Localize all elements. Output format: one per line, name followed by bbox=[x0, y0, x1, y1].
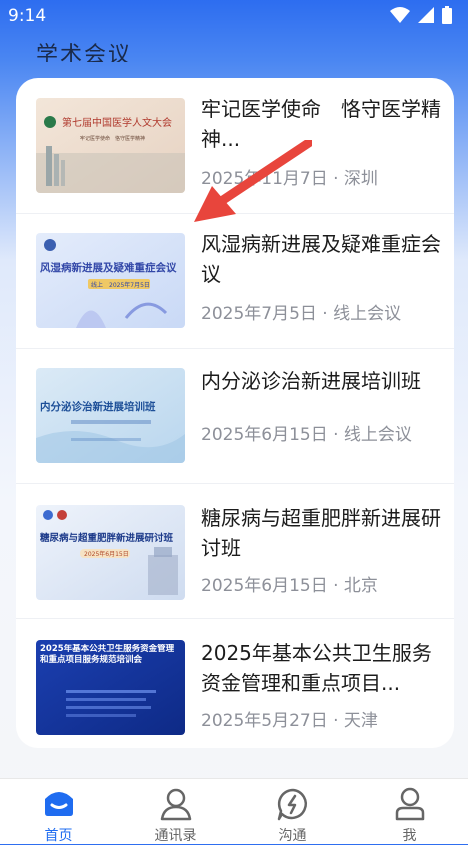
thumbnail-subtext: 2025年6月15日 bbox=[84, 550, 129, 558]
meeting-item[interactable]: 2025年基本公共卫生服务资金管理和重点项目服务规范培训会 2025年基本公共卫… bbox=[16, 618, 454, 748]
meeting-thumbnail: 内分泌诊治新进展培训班 bbox=[36, 368, 185, 463]
meeting-thumbnail: 糖尿病与超重肥胖新进展研讨班 2025年6月15日 bbox=[36, 505, 185, 600]
nav-contacts[interactable]: 通讯录 bbox=[117, 779, 234, 844]
nav-home-label: 首页 bbox=[44, 828, 73, 844]
status-icons bbox=[390, 6, 452, 24]
nav-me-label: 我 bbox=[402, 828, 417, 844]
meeting-item[interactable]: 糖尿病与超重肥胖新进展研讨班 2025年6月15日 糖尿病与超重肥胖新进展研讨班… bbox=[16, 483, 454, 619]
nav-chat-label: 沟通 bbox=[278, 828, 307, 844]
meeting-title: 内分泌诊治新进展培训班 bbox=[201, 369, 421, 393]
wifi-icon bbox=[390, 7, 410, 23]
signal-icon bbox=[418, 7, 434, 23]
chat-icon bbox=[277, 788, 307, 821]
thumbnail-subtext: 牢记医学使命 恪守医学精神 bbox=[80, 135, 145, 142]
nav-home[interactable]: 首页 bbox=[0, 779, 117, 844]
home-icon bbox=[44, 792, 73, 816]
meeting-title: 糖尿病与超重肥胖新进展研讨班 bbox=[201, 506, 441, 560]
thumbnail-text: 2025年基本公共卫生服务资金管理和重点项目服务规范培训会 bbox=[40, 644, 175, 665]
meeting-meta: 2025年6月15日 · 北京 bbox=[201, 576, 378, 596]
annotation-arrow-icon bbox=[194, 140, 312, 222]
contacts-icon bbox=[160, 788, 191, 821]
section-title: 学术会议 bbox=[36, 43, 133, 62]
meeting-meta: 2025年5月27日 · 天津 bbox=[201, 711, 378, 731]
nav-chat[interactable]: 沟通 bbox=[234, 779, 351, 844]
meeting-thumbnail: 第七届中国医学人文大会 牢记医学使命 恪守医学精神 bbox=[36, 98, 185, 193]
bottom-nav: 首页 通讯录 沟通 我 bbox=[0, 778, 468, 844]
nav-contacts-label: 通讯录 bbox=[154, 828, 197, 844]
thumbnail-text: 第七届中国医学人文大会 bbox=[62, 116, 172, 129]
profile-icon bbox=[395, 787, 424, 821]
thumbnail-text: 风湿病新进展及疑难重症会议 bbox=[40, 261, 177, 274]
thumbnail-subtext: 线上 2025年7月5日 bbox=[91, 281, 150, 289]
meeting-thumbnail: 2025年基本公共卫生服务资金管理和重点项目服务规范培训会 bbox=[36, 640, 185, 735]
meeting-item[interactable]: 风湿病新进展及疑难重症会议 线上 2025年7月5日 风湿病新进展及疑难重症会议… bbox=[16, 213, 454, 349]
meeting-thumbnail: 风湿病新进展及疑难重症会议 线上 2025年7月5日 bbox=[36, 233, 185, 328]
thumbnail-text: 内分泌诊治新进展培训班 bbox=[40, 400, 156, 413]
meeting-title: 2025年基本公共卫生服务资金管理和重点项目... bbox=[201, 641, 432, 695]
thumbnail-text: 糖尿病与超重肥胖新进展研讨班 bbox=[40, 532, 174, 544]
meeting-meta: 2025年7月5日 · 线上会议 bbox=[201, 304, 402, 324]
nav-me[interactable]: 我 bbox=[351, 779, 468, 844]
status-time: 9:14 bbox=[8, 6, 47, 26]
meeting-meta: 2025年6月15日 · 线上会议 bbox=[201, 425, 412, 445]
status-bar: 9:14 bbox=[0, 0, 468, 32]
meeting-title: 风湿病新进展及疑难重症会议 bbox=[201, 232, 441, 286]
battery-icon bbox=[442, 6, 452, 24]
meeting-item[interactable]: 内分泌诊治新进展培训班 内分泌诊治新进展培训班 2025年6月15日 · 线上会… bbox=[16, 348, 454, 484]
